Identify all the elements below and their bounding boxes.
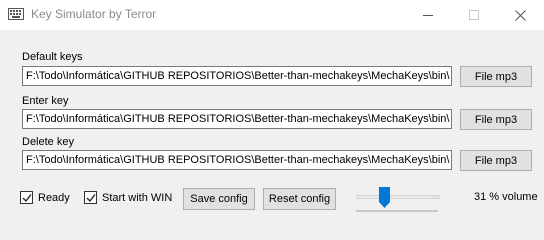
start-with-win-label: Start with WIN [102,191,173,204]
maximize-icon [469,10,479,20]
window-title: Key Simulator by Terror [31,7,157,21]
reset-config-button[interactable]: Reset config [263,188,336,210]
enter-key-file-button[interactable]: File mp3 [460,109,532,130]
checkbox-box[interactable] [84,191,97,204]
keyboard-icon [8,8,24,20]
delete-key-label: Delete key [22,136,74,148]
delete-key-path-field[interactable]: F:\Todo\Informática\GITHUB REPOSITORIOS\… [22,150,452,170]
start-with-win-checkbox[interactable]: Start with WIN [84,191,172,204]
volume-readout: 31 % volume [474,191,538,203]
save-config-button[interactable]: Save config [183,188,255,210]
slider-thumb[interactable] [379,187,390,208]
checkmark-icon [86,194,96,203]
ready-checkbox[interactable]: Ready [20,191,70,204]
default-keys-label: Default keys [22,51,83,63]
enter-key-path-field[interactable]: F:\Todo\Informática\GITHUB REPOSITORIOS\… [22,109,452,129]
minimize-icon [423,15,433,16]
checkmark-icon [22,194,32,203]
slider-baseline [356,210,438,212]
default-keys-path-field[interactable]: F:\Todo\Informática\GITHUB REPOSITORIOS\… [22,66,452,86]
ready-label: Ready [38,191,70,204]
volume-slider[interactable] [354,187,440,213]
slider-track[interactable] [356,195,440,199]
checkbox-box[interactable] [20,191,33,204]
title-bar: Key Simulator by Terror [0,0,544,30]
minimize-button[interactable] [405,0,451,30]
delete-key-file-button[interactable]: File mp3 [460,150,532,171]
default-keys-file-button[interactable]: File mp3 [460,66,532,87]
enter-key-label: Enter key [22,95,69,107]
close-icon [514,9,526,21]
maximize-button[interactable] [451,0,497,30]
close-button[interactable] [497,0,543,30]
